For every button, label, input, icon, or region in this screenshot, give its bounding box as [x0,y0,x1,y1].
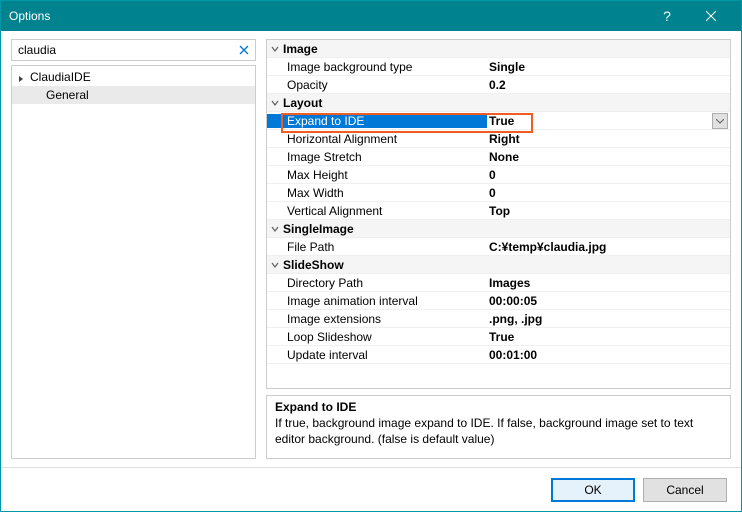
prop-row-bgtype[interactable]: Image background typeSingle [267,58,730,76]
close-icon [239,45,249,55]
prop-row-upd[interactable]: Update interval00:01:00 [267,346,730,364]
chevron-down-icon [267,261,283,269]
cancel-button[interactable]: Cancel [643,478,727,502]
chevron-down-icon [716,119,724,124]
prop-row-loop[interactable]: Loop SlideshowTrue [267,328,730,346]
tree-node-general[interactable]: General [12,86,255,104]
close-icon [706,11,716,21]
prop-row-filepath[interactable]: File PathC:¥temp¥claudia.jpg [267,238,730,256]
close-button[interactable] [689,1,733,31]
prop-row-maxw[interactable]: Max Width0 [267,184,730,202]
clear-search-button[interactable] [236,42,252,58]
tree-node-claudiaide[interactable]: ClaudiaIDE [12,68,255,86]
description-title: Expand to IDE [275,400,722,414]
dropdown-button[interactable] [712,113,728,129]
category-singleimage[interactable]: SingleImage [267,220,730,238]
search-box [11,39,256,61]
chevron-down-icon [267,99,283,107]
collapse-icon [18,72,28,82]
category-image[interactable]: Image [267,40,730,58]
description-panel: Expand to IDE If true, background image … [266,395,731,459]
options-dialog: Options ? ClaudiaIDE General [0,0,742,512]
category-slideshow[interactable]: SlideShow [267,256,730,274]
property-grid[interactable]: Image Image background typeSingle Opacit… [266,39,731,389]
prop-row-ext[interactable]: Image extensions.png, .jpg [267,310,730,328]
category-layout[interactable]: Layout [267,94,730,112]
prop-row-stretch[interactable]: Image StretchNone [267,148,730,166]
search-input[interactable] [11,39,256,61]
prop-row-expand[interactable]: Expand to IDE True [267,112,730,130]
chevron-down-icon [267,225,283,233]
prop-row-maxh[interactable]: Max Height0 [267,166,730,184]
help-button[interactable]: ? [645,1,689,31]
right-panel: Image Image background typeSingle Opacit… [266,39,731,459]
left-panel: ClaudiaIDE General [11,39,256,459]
dialog-footer: OK Cancel [1,467,741,511]
prop-row-anim[interactable]: Image animation interval00:00:05 [267,292,730,310]
tree-label: ClaudiaIDE [30,70,91,84]
prop-row-dir[interactable]: Directory PathImages [267,274,730,292]
ok-button[interactable]: OK [551,478,635,502]
prop-row-opacity[interactable]: Opacity0.2 [267,76,730,94]
titlebar: Options ? [1,1,741,31]
category-tree[interactable]: ClaudiaIDE General [11,65,256,459]
chevron-down-icon [267,45,283,53]
content-area: ClaudiaIDE General Image Image backgroun… [1,31,741,467]
description-body: If true, background image expand to IDE.… [275,416,722,447]
tree-label: General [46,88,89,102]
prop-row-valign[interactable]: Vertical AlignmentTop [267,202,730,220]
window-title: Options [9,9,645,23]
prop-row-halign[interactable]: Horizontal AlignmentRight [267,130,730,148]
